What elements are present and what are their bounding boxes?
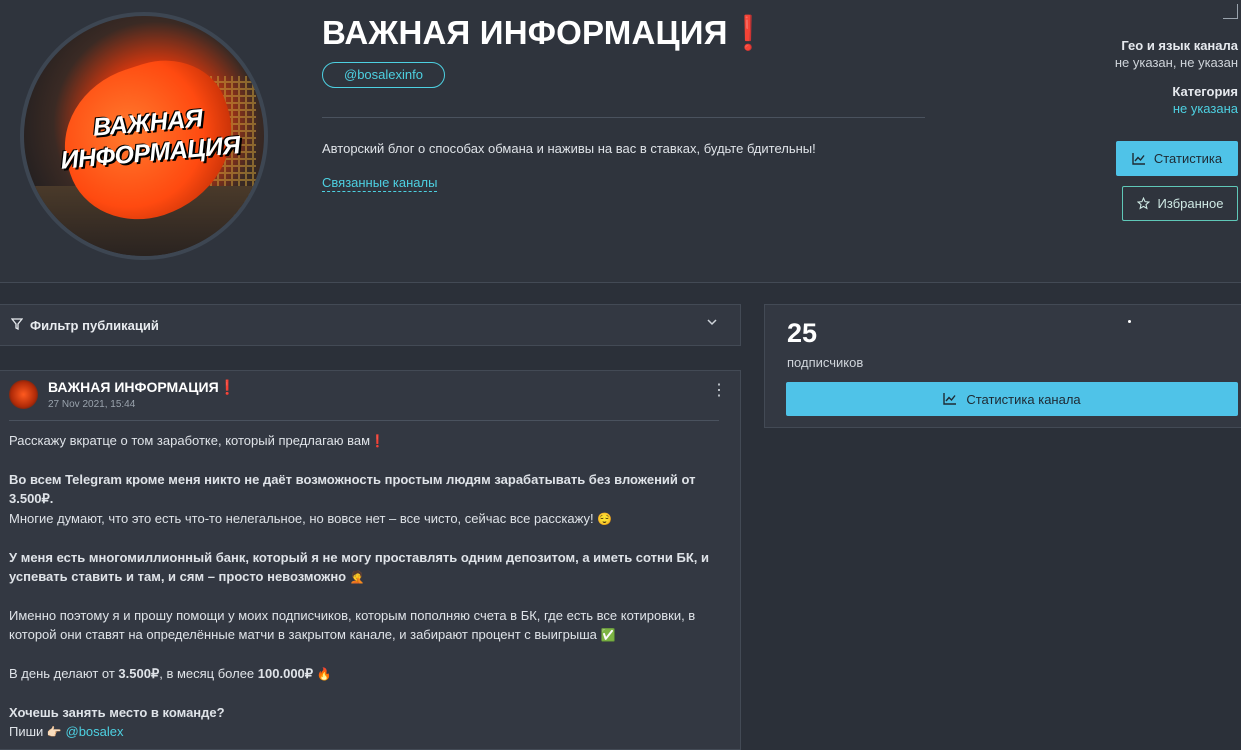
post-text-line: успевать ставить и там, и сям – просто н… xyxy=(9,569,365,584)
category-label: Категория xyxy=(1172,84,1238,99)
pointing-right-icon: 👉🏻 xyxy=(46,725,62,739)
kebab-menu-icon[interactable]: ⋮ xyxy=(711,383,727,399)
publication-filter[interactable]: Фильтр публикаций xyxy=(0,304,741,346)
geo-value: не указан, не указан xyxy=(1114,55,1238,70)
chart-line-icon xyxy=(1132,152,1145,165)
post-text-line: которой они ставят на определённые матчи… xyxy=(9,627,616,642)
post-card: ВАЖНАЯ ИНФОРМАЦИЯ❗ 27 Nov 2021, 15:44 ⋮ … xyxy=(0,370,741,750)
subscribers-count: 25 xyxy=(787,318,818,348)
post-text-line: Расскажу вкратце о том заработке, которы… xyxy=(9,433,386,448)
post-text-line: В день делают от 3.500₽, в месяц более 1… xyxy=(9,666,332,681)
channel-avatar: ВАЖНАЯ ИНФОРМАЦИЯ xyxy=(20,12,268,260)
subscribers-label: подписчиков xyxy=(787,355,864,370)
category-value[interactable]: не указана xyxy=(1173,101,1238,116)
post-divider xyxy=(9,420,719,421)
exclamation-icon: ❗ xyxy=(727,14,769,51)
geo-label: Гео и язык канала xyxy=(1121,38,1238,53)
statistics-button[interactable]: Статистика xyxy=(1116,141,1238,176)
corner-icon xyxy=(1223,4,1238,19)
favorite-button[interactable]: Избранное xyxy=(1122,186,1238,221)
facepalm-icon: 🤦 xyxy=(349,570,365,584)
related-channels-link[interactable]: Связанные каналы xyxy=(322,175,438,192)
filter-icon xyxy=(11,318,23,330)
relieved-face-icon: 😌 xyxy=(597,512,613,526)
channel-header: ВАЖНАЯ ИНФОРМАЦИЯ ВАЖНАЯ ИНФОРМАЦИЯ❗ @bo… xyxy=(0,0,1241,283)
post-date: 27 Nov 2021, 15:44 xyxy=(48,399,136,410)
post-author[interactable]: ВАЖНАЯ ИНФОРМАЦИЯ❗ xyxy=(48,379,236,396)
chart-line-icon xyxy=(943,393,957,405)
subscribers-card: 25 подписчиков Статистика канала xyxy=(764,304,1241,428)
exclamation-icon: ❗ xyxy=(370,434,386,448)
post-avatar[interactable] xyxy=(9,380,38,409)
check-mark-icon: ✅ xyxy=(600,628,616,642)
post-text-line: Во всем Telegram кроме меня никто не даё… xyxy=(9,472,696,506)
fire-icon: 🔥 xyxy=(316,667,332,681)
status-dot xyxy=(1128,320,1131,323)
post-text-line: Пиши 👉🏻 @bosalex xyxy=(9,724,124,739)
header-divider xyxy=(322,117,925,118)
mention-link[interactable]: @bosalex xyxy=(66,724,124,739)
channel-title: ВАЖНАЯ ИНФОРМАЦИЯ❗ xyxy=(322,14,769,51)
channel-username-badge[interactable]: @bosalexinfo xyxy=(322,62,445,88)
channel-statistics-button[interactable]: Статистика канала xyxy=(786,382,1238,416)
post-text-line: Именно поэтому я и прошу помощи у моих п… xyxy=(9,608,696,623)
exclamation-icon: ❗ xyxy=(218,379,237,395)
filter-label: Фильтр публикаций xyxy=(30,318,159,333)
star-icon xyxy=(1136,197,1150,210)
post-text-line: У меня есть многомиллионный банк, которы… xyxy=(9,550,709,565)
chevron-down-icon[interactable] xyxy=(706,316,718,328)
channel-description: Авторский блог о способах обмана и нажив… xyxy=(322,141,816,156)
post-text-line: Многие думают, что это есть что-то нелег… xyxy=(9,511,613,526)
post-text-line: Хочешь занять место в команде? xyxy=(9,705,225,720)
